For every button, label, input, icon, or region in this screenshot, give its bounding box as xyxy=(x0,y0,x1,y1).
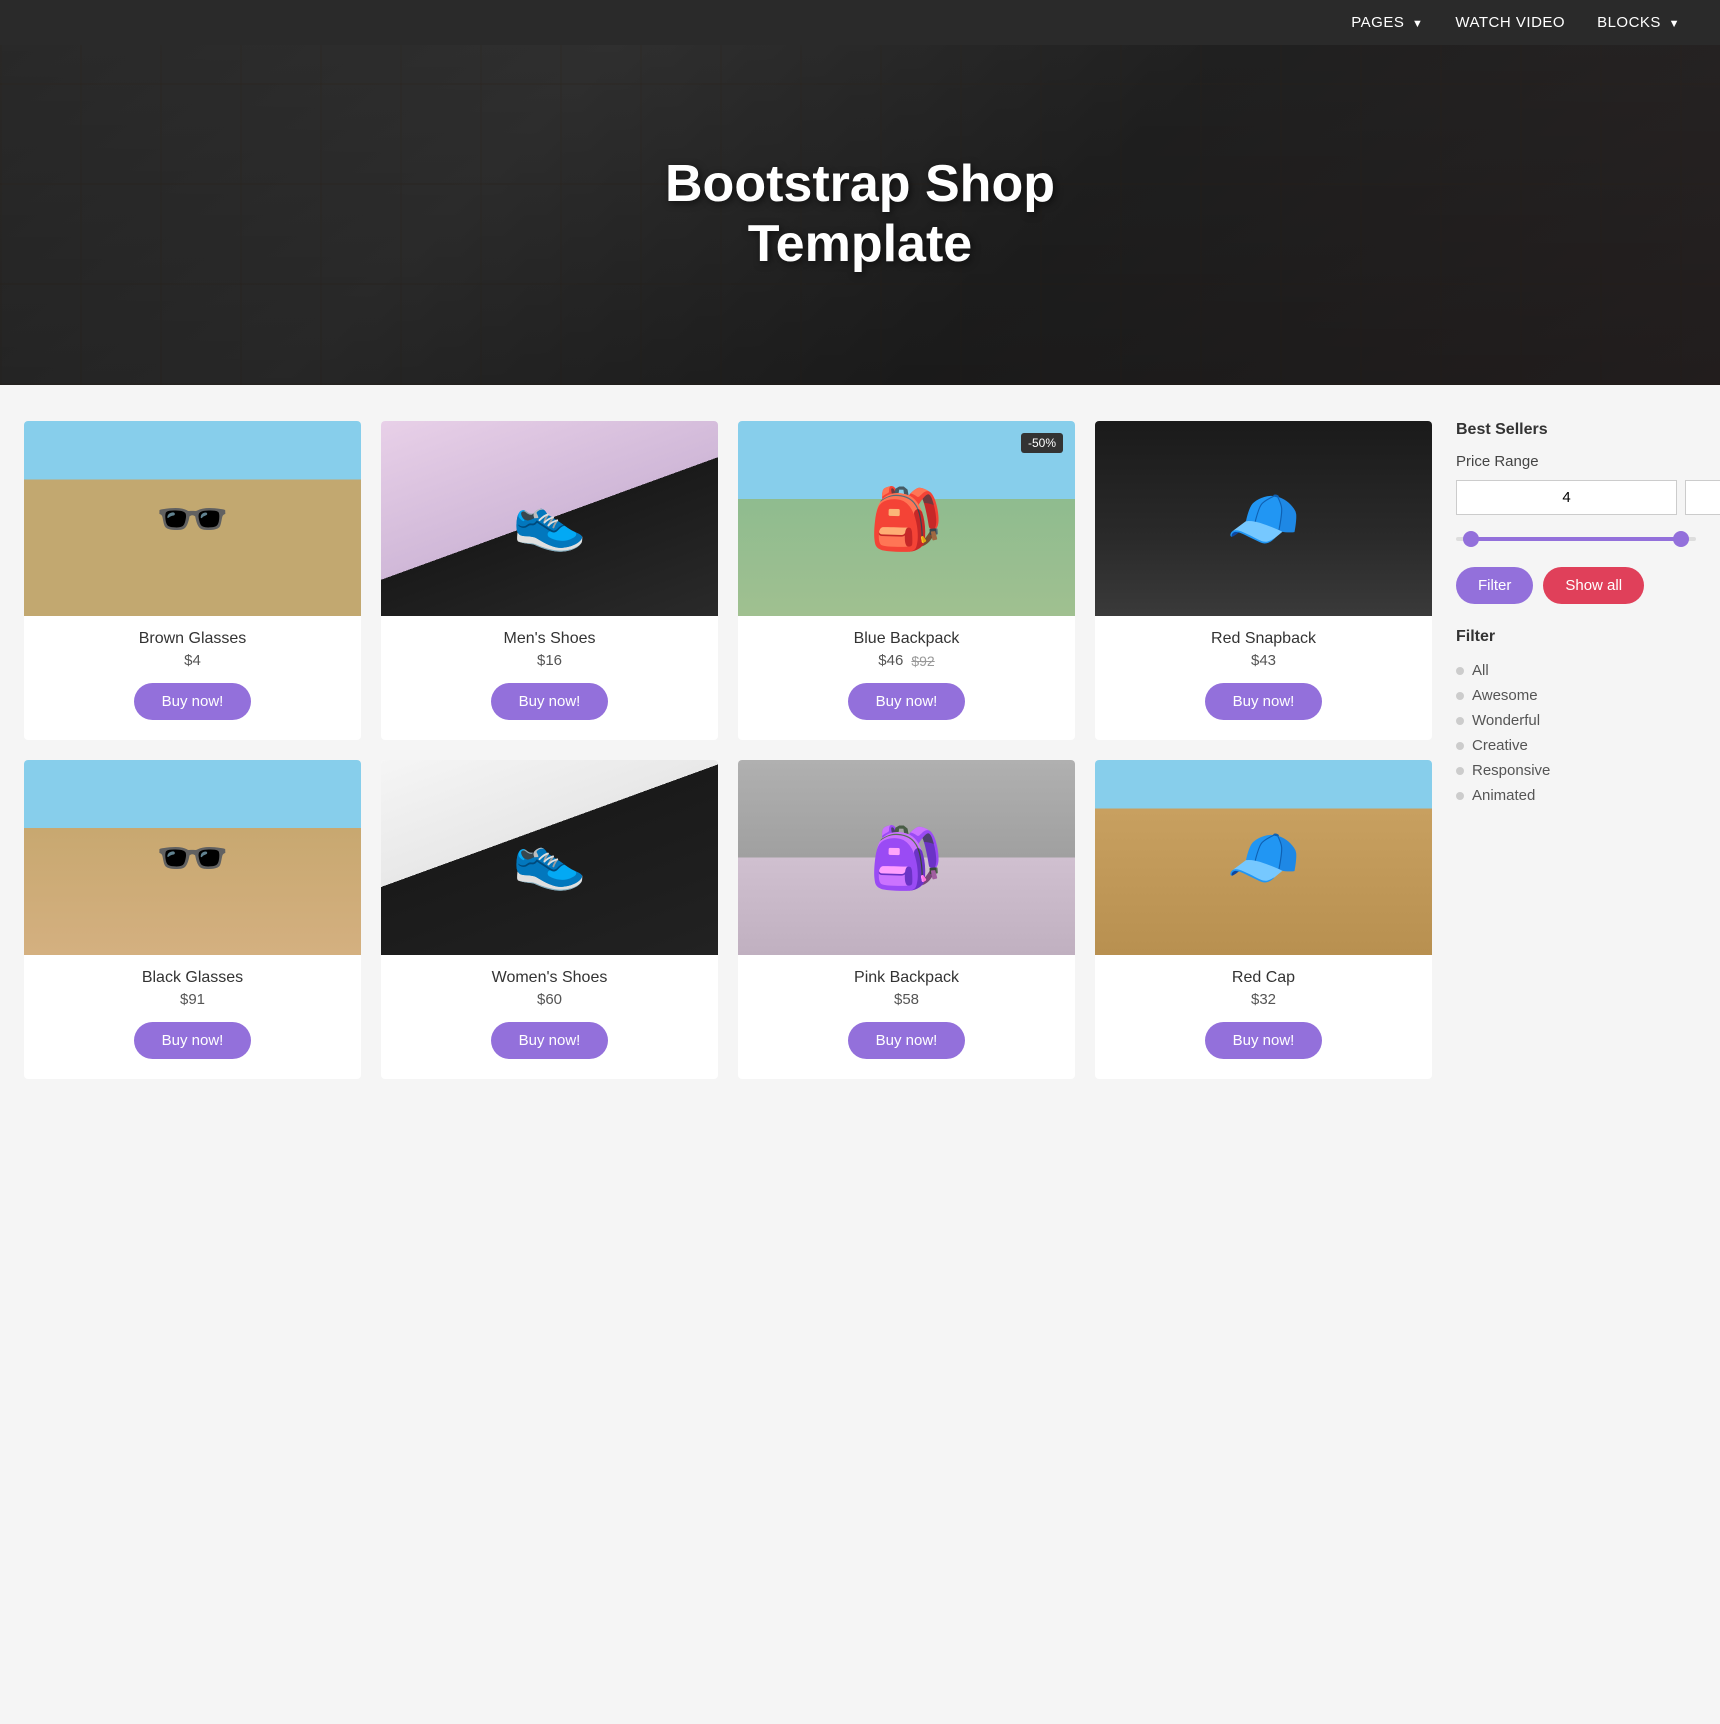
product-price-red-cap: $32 xyxy=(1251,991,1276,1008)
product-name-pink-backpack: Pink Backpack xyxy=(854,969,959,987)
filter-section: Filter All Awesome Wonderful Creative Respon… xyxy=(1456,628,1696,808)
product-badge-blue-backpack: -50% xyxy=(1021,433,1063,453)
product-image-pink-backpack xyxy=(738,760,1075,955)
product-image-brown-glasses xyxy=(24,421,361,616)
nav-pages[interactable]: PAGES ▼ xyxy=(1351,14,1423,31)
product-price-womens-shoes: $60 xyxy=(537,991,562,1008)
product-image-mens-shoes xyxy=(381,421,718,616)
product-image-red-cap xyxy=(1095,760,1432,955)
product-card-black-glasses: Black Glasses $91 Buy now! xyxy=(24,760,361,1079)
filter-label-responsive: Responsive xyxy=(1472,762,1550,779)
show-all-button[interactable]: Show all xyxy=(1543,567,1644,604)
product-grid: Brown Glasses $4 Buy now! Men's Shoes $16 Buy… xyxy=(24,421,1432,1079)
product-price-value-red-cap: $32 xyxy=(1251,991,1276,1008)
price-min-input[interactable] xyxy=(1456,480,1677,515)
price-inputs xyxy=(1456,480,1696,515)
product-price-brown-glasses: $4 xyxy=(184,652,201,669)
buy-button-black-glasses[interactable]: Buy now! xyxy=(134,1022,252,1059)
filter-item-all[interactable]: All xyxy=(1456,658,1696,683)
product-image-womens-shoes xyxy=(381,760,718,955)
product-name-blue-backpack: Blue Backpack xyxy=(854,630,960,648)
filter-bullet-icon xyxy=(1456,692,1464,700)
product-name-brown-glasses: Brown Glasses xyxy=(139,630,247,648)
product-card-red-cap: Red Cap $32 Buy now! xyxy=(1095,760,1432,1079)
product-price-value-red-snapback: $43 xyxy=(1251,652,1276,669)
product-price-value-blue-backpack: $46 xyxy=(878,652,903,669)
product-card-brown-glasses: Brown Glasses $4 Buy now! xyxy=(24,421,361,740)
product-price-mens-shoes: $16 xyxy=(537,652,562,669)
product-image-red-snapback xyxy=(1095,421,1432,616)
filter-item-responsive[interactable]: Responsive xyxy=(1456,758,1696,783)
filter-label-animated: Animated xyxy=(1472,787,1535,804)
filter-label-creative: Creative xyxy=(1472,737,1528,754)
filter-label-awesome: Awesome xyxy=(1472,687,1538,704)
filter-item-wonderful[interactable]: Wonderful xyxy=(1456,708,1696,733)
buy-button-red-cap[interactable]: Buy now! xyxy=(1205,1022,1323,1059)
product-image-black-glasses xyxy=(24,760,361,955)
blocks-arrow-icon: ▼ xyxy=(1669,18,1680,30)
filter-button[interactable]: Filter xyxy=(1456,567,1533,604)
product-image-blue-backpack: -50% xyxy=(738,421,1075,616)
filter-label-all: All xyxy=(1472,662,1489,679)
price-max-input[interactable] xyxy=(1685,480,1720,515)
nav-watch-video[interactable]: WATCH VIDEO xyxy=(1455,14,1565,31)
product-price-value-brown-glasses: $4 xyxy=(184,652,201,669)
range-fill xyxy=(1466,537,1687,541)
product-original-price-blue-backpack: $92 xyxy=(911,653,934,669)
product-name-mens-shoes: Men's Shoes xyxy=(504,630,596,648)
best-sellers-title: Best Sellers xyxy=(1456,421,1696,439)
product-name-red-snapback: Red Snapback xyxy=(1211,630,1316,648)
product-price-value-pink-backpack: $58 xyxy=(894,991,919,1008)
product-price-blue-backpack: $46 $92 xyxy=(878,652,934,669)
filter-bullet-icon xyxy=(1456,767,1464,775)
product-card-red-snapback: Red Snapback $43 Buy now! xyxy=(1095,421,1432,740)
product-card-blue-backpack: -50% Blue Backpack $46 $92 Buy now! xyxy=(738,421,1075,740)
best-sellers-section: Best Sellers Price Range Filter Show all xyxy=(1456,421,1696,604)
filter-bullet-icon xyxy=(1456,667,1464,675)
filter-section-title: Filter xyxy=(1456,628,1696,646)
filter-item-awesome[interactable]: Awesome xyxy=(1456,683,1696,708)
product-price-red-snapback: $43 xyxy=(1251,652,1276,669)
product-price-value-womens-shoes: $60 xyxy=(537,991,562,1008)
hero-section: Bootstrap Shop Template xyxy=(0,45,1720,385)
product-price-value-mens-shoes: $16 xyxy=(537,652,562,669)
filter-item-animated[interactable]: Animated xyxy=(1456,783,1696,808)
product-name-black-glasses: Black Glasses xyxy=(142,969,243,987)
navbar: PAGES ▼ WATCH VIDEO BLOCKS ▼ xyxy=(0,0,1720,45)
sidebar: Best Sellers Price Range Filter Show all… xyxy=(1456,421,1696,1079)
nav-blocks[interactable]: BLOCKS ▼ xyxy=(1597,14,1680,31)
buy-button-red-snapback[interactable]: Buy now! xyxy=(1205,683,1323,720)
price-range-label: Price Range xyxy=(1456,453,1696,470)
buy-button-blue-backpack[interactable]: Buy now! xyxy=(848,683,966,720)
pages-arrow-icon: ▼ xyxy=(1412,18,1423,30)
filter-bullet-icon xyxy=(1456,792,1464,800)
product-name-womens-shoes: Women's Shoes xyxy=(492,969,608,987)
filter-bullet-icon xyxy=(1456,742,1464,750)
buy-button-pink-backpack[interactable]: Buy now! xyxy=(848,1022,966,1059)
buy-button-brown-glasses[interactable]: Buy now! xyxy=(134,683,252,720)
range-thumb-left[interactable] xyxy=(1463,531,1479,547)
product-price-value-black-glasses: $91 xyxy=(180,991,205,1008)
product-card-womens-shoes: Women's Shoes $60 Buy now! xyxy=(381,760,718,1079)
filter-label-wonderful: Wonderful xyxy=(1472,712,1540,729)
range-slider[interactable] xyxy=(1456,529,1696,549)
product-card-mens-shoes: Men's Shoes $16 Buy now! xyxy=(381,421,718,740)
product-name-red-cap: Red Cap xyxy=(1232,969,1295,987)
sidebar-buttons: Filter Show all xyxy=(1456,567,1696,604)
buy-button-womens-shoes[interactable]: Buy now! xyxy=(491,1022,609,1059)
filter-item-creative[interactable]: Creative xyxy=(1456,733,1696,758)
product-price-black-glasses: $91 xyxy=(180,991,205,1008)
filter-list: All Awesome Wonderful Creative Responsive Ani… xyxy=(1456,658,1696,808)
product-price-pink-backpack: $58 xyxy=(894,991,919,1008)
filter-bullet-icon xyxy=(1456,717,1464,725)
range-thumb-right[interactable] xyxy=(1673,531,1689,547)
buy-button-mens-shoes[interactable]: Buy now! xyxy=(491,683,609,720)
main-content: Brown Glasses $4 Buy now! Men's Shoes $16 Buy… xyxy=(0,385,1720,1119)
product-card-pink-backpack: Pink Backpack $58 Buy now! xyxy=(738,760,1075,1079)
hero-title: Bootstrap Shop Template xyxy=(665,155,1055,275)
